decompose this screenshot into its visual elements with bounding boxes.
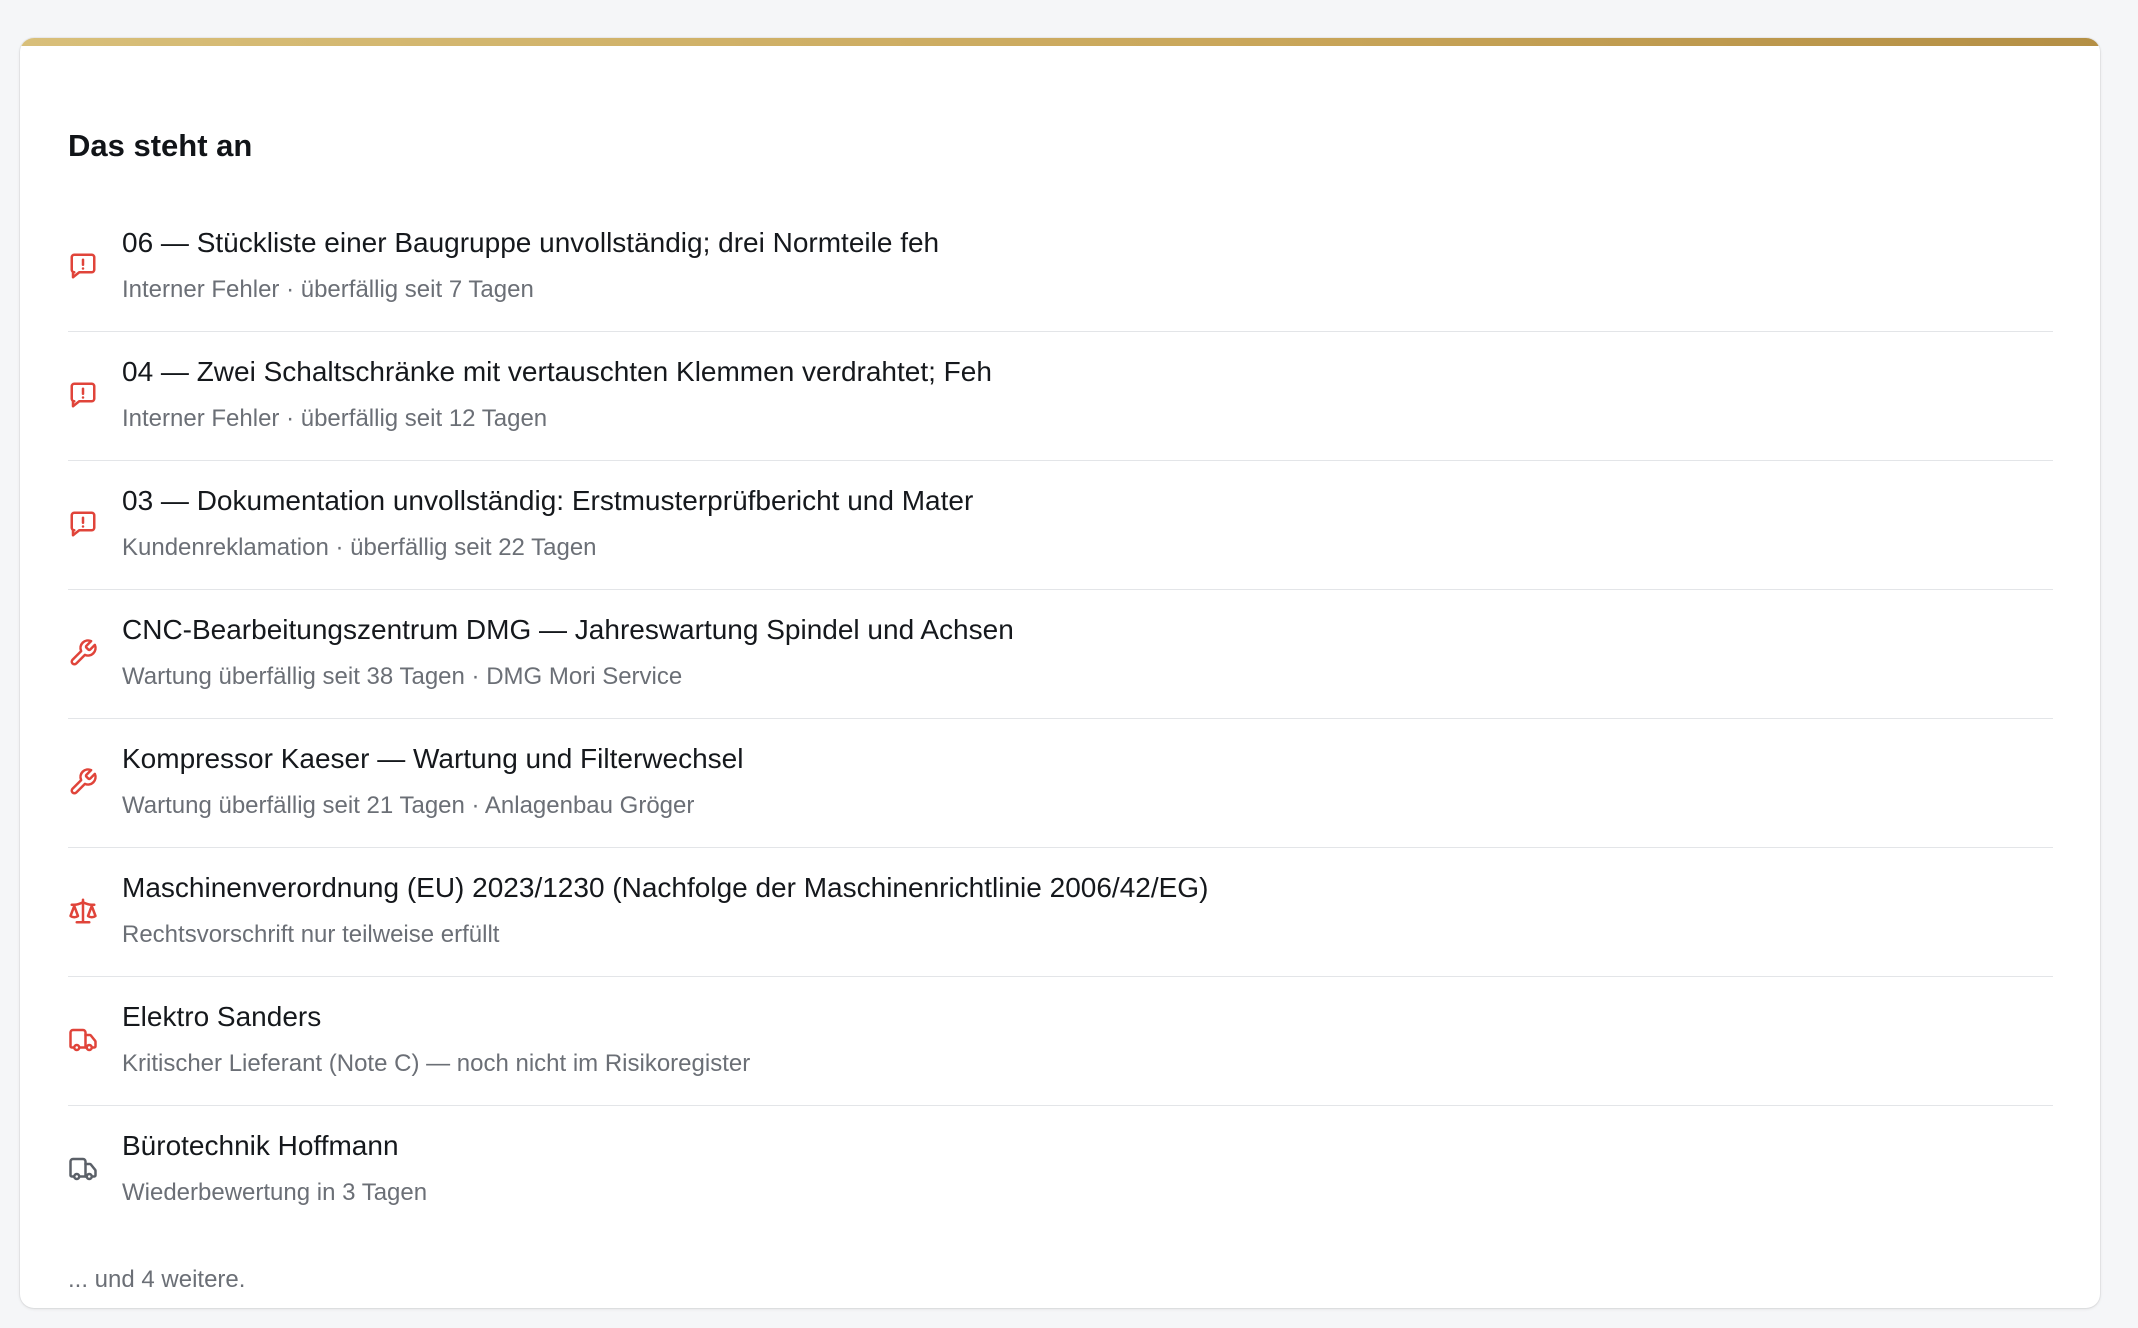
truck-icon <box>68 1154 98 1184</box>
item-subtitle: Interner Fehler · überfällig seit 12 Tag… <box>122 405 548 432</box>
wrench-icon <box>68 638 98 668</box>
more-items-text: ... und 4 weitere. <box>68 1266 246 1293</box>
item-subtitle: Kundenreklamation · überfällig seit 22 T… <box>122 534 597 561</box>
list-item[interactable]: Maschinenverordnung (EU) 2023/1230 (Nach… <box>68 848 2053 977</box>
list-item[interactable]: Elektro Sanders Kritischer Lieferant (No… <box>68 977 2053 1106</box>
item-title: Maschinenverordnung (EU) 2023/1230 (Nach… <box>122 872 1209 903</box>
panel-title: Das steht an <box>68 128 253 163</box>
todo-panel: Das steht an 06 — Stückliste einer Baugr… <box>20 38 2100 1308</box>
item-title: Bürotechnik Hoffmann <box>122 1130 399 1161</box>
item-title: 06 — Stückliste einer Baugruppe unvollst… <box>122 227 940 258</box>
panel-accent-bar <box>20 38 2100 46</box>
item-title: 03 — Dokumentation unvollständig: Erstmu… <box>122 485 974 516</box>
list-item[interactable]: CNC-Bearbeitungszentrum DMG — Jahreswart… <box>68 590 2053 719</box>
item-title: CNC-Bearbeitungszentrum DMG — Jahreswart… <box>122 614 1014 645</box>
item-subtitle: Kritischer Lieferant (Note C) — noch nic… <box>122 1050 751 1077</box>
list-item[interactable]: Kompressor Kaeser — Wartung und Filterwe… <box>68 719 2053 848</box>
list-item[interactable]: 04 — Zwei Schaltschränke mit vertauschte… <box>68 332 2053 461</box>
item-title: 04 — Zwei Schaltschränke mit vertauschte… <box>122 356 992 387</box>
item-title: Kompressor Kaeser — Wartung und Filterwe… <box>122 743 744 774</box>
alert-message-icon <box>68 251 98 281</box>
list-item[interactable]: 06 — Stückliste einer Baugruppe unvollst… <box>68 203 2053 332</box>
item-subtitle: Wartung überfällig seit 38 Tagen · DMG M… <box>122 663 683 690</box>
truck-icon <box>68 1025 98 1055</box>
alert-message-icon <box>68 509 98 539</box>
wrench-icon <box>68 767 98 797</box>
alert-message-icon <box>68 380 98 410</box>
item-subtitle: Interner Fehler · überfällig seit 7 Tage… <box>122 276 534 303</box>
list-item[interactable]: 03 — Dokumentation unvollständig: Erstmu… <box>68 461 2053 590</box>
item-subtitle: Rechtsvorschrift nur teilweise erfüllt <box>122 921 500 948</box>
todo-list: 06 — Stückliste einer Baugruppe unvollst… <box>68 203 2053 1235</box>
item-subtitle: Wiederbewertung in 3 Tagen <box>122 1179 428 1206</box>
item-title: Elektro Sanders <box>122 1001 322 1032</box>
list-item[interactable]: Bürotechnik Hoffmann Wiederbewertung in … <box>68 1106 2053 1235</box>
item-subtitle: Wartung überfällig seit 21 Tagen · Anlag… <box>122 792 695 819</box>
scale-icon <box>68 896 98 926</box>
